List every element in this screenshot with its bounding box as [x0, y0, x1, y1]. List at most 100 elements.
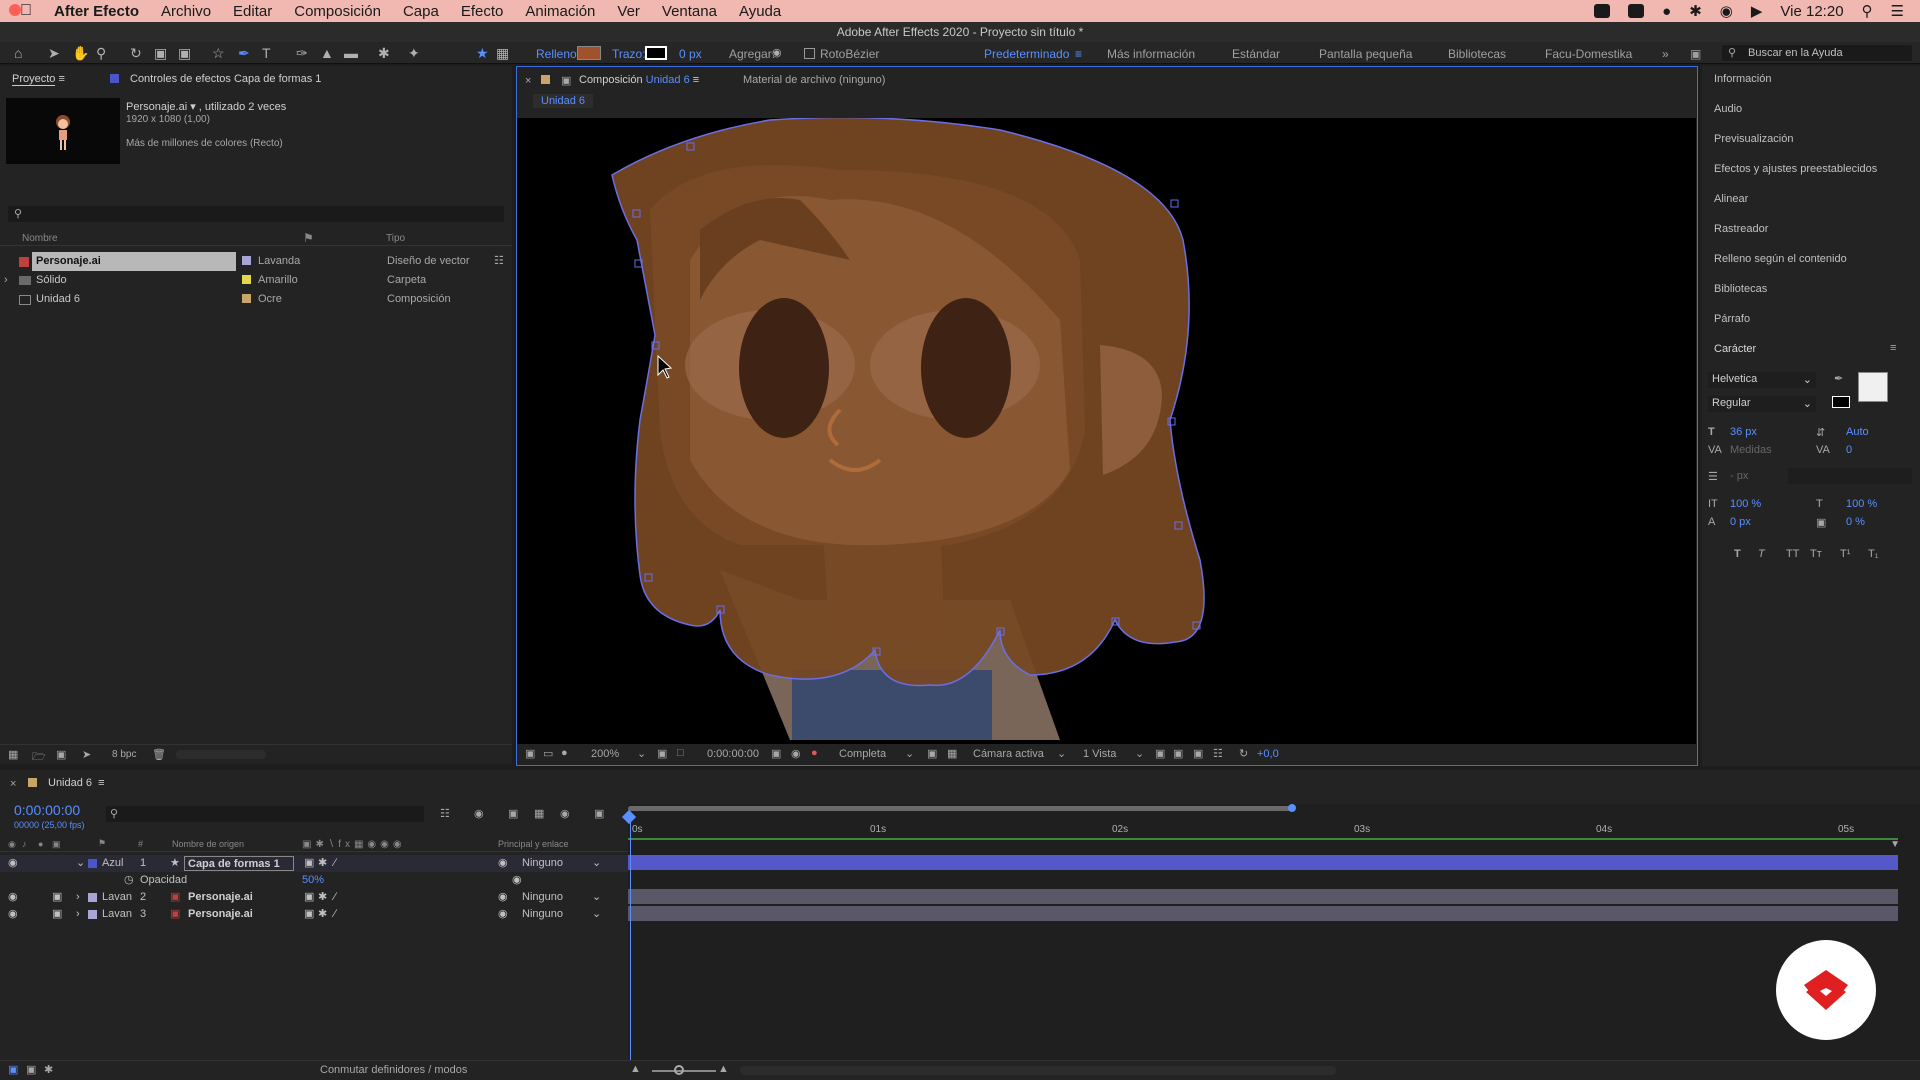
wifi-icon[interactable]: ◉	[1720, 2, 1733, 20]
shy-switch-icon[interactable]: ▣	[304, 906, 314, 923]
zoom-slider-thumb[interactable]	[674, 1065, 684, 1075]
eye-icon[interactable]: ◉	[8, 889, 18, 906]
close-tab-icon[interactable]: ×	[525, 75, 531, 87]
menu-composicion[interactable]: Composición	[294, 3, 381, 20]
panel-toggle-icon[interactable]: ▣	[1690, 47, 1701, 61]
motion-blur-icon[interactable]: ◉	[560, 807, 570, 820]
brush-tool-icon[interactable]: ✑	[296, 45, 308, 62]
layer-bar-3[interactable]	[628, 906, 1898, 921]
font-style-select[interactable]: Regular ⌄	[1708, 396, 1816, 412]
font-size-value[interactable]: 36 px	[1730, 426, 1757, 438]
tab-timeline[interactable]: Unidad 6 ≡	[48, 777, 105, 789]
close-tab-icon[interactable]: ×	[10, 778, 16, 790]
collapse-switch-icon[interactable]: ✱	[318, 889, 327, 906]
bluetooth-icon[interactable]: ✱	[1689, 2, 1702, 20]
toggle-pixel-icon[interactable]: ▣	[1155, 747, 1165, 760]
comp-marker-icon[interactable]: ▼	[1890, 839, 1900, 850]
vertical-scale-value[interactable]: 100 %	[1730, 498, 1761, 510]
fill-swatch[interactable]	[577, 46, 601, 60]
work-area-bar[interactable]	[628, 804, 1898, 812]
zoom-tool-icon[interactable]: ⚲	[96, 45, 106, 62]
chevron-down-icon[interactable]: ⌄	[592, 889, 601, 906]
add-circle-icon[interactable]: ◉	[772, 46, 782, 59]
new-folder-icon[interactable]: 🗁	[32, 748, 46, 767]
hand-tool-icon[interactable]: ✋	[72, 45, 89, 62]
label-col-icon[interactable]: ⚑	[98, 838, 106, 849]
leading-value[interactable]: Auto	[1846, 426, 1869, 438]
stroke-width-value[interactable]: - px	[1730, 470, 1748, 482]
menu-ventana[interactable]: Ventana	[662, 3, 717, 20]
layer-bar-2[interactable]	[628, 889, 1898, 904]
trash-icon[interactable]: 🗑	[152, 748, 166, 761]
cc-icon[interactable]: ●	[1662, 3, 1671, 20]
opacity-value[interactable]: 50%	[302, 872, 324, 889]
chevron-down-icon[interactable]: ⌄	[905, 747, 914, 760]
mask-icon[interactable]: ●	[561, 747, 568, 759]
workspace-estandar[interactable]: Estándar	[1232, 47, 1280, 61]
font-family-select[interactable]: Helvetica ⌄	[1708, 372, 1816, 388]
parent-select[interactable]: Ninguno	[522, 855, 563, 872]
tab-effects-controls[interactable]: Controles de efectos Capa de formas 1	[130, 73, 321, 85]
help-search-input[interactable]: Buscar en la Ayuda	[1748, 47, 1843, 59]
pen-tool-icon[interactable]: ✒	[238, 45, 250, 62]
col-source-name[interactable]: Nombre de origen	[172, 839, 244, 849]
transparency-grid-icon[interactable]: □	[677, 747, 684, 759]
zoom-in-icon[interactable]: ▲	[718, 1063, 729, 1075]
collapse-switch-icon[interactable]: ✱	[318, 906, 327, 923]
selection-tool-icon[interactable]: ➤	[48, 45, 60, 62]
stroke-style-select[interactable]	[1788, 468, 1912, 484]
menu-capa[interactable]: Capa	[403, 3, 439, 20]
resolution-select[interactable]: Completa	[839, 748, 886, 760]
layer-name[interactable]: Personaje.ai	[188, 889, 253, 906]
col-type[interactable]: Tipo	[386, 233, 405, 244]
composition-viewer[interactable]	[517, 118, 1696, 744]
menu-editar[interactable]: Editar	[233, 3, 272, 20]
roto-tool-icon[interactable]: ✱	[378, 45, 390, 62]
subscript-icon[interactable]: T₁	[1868, 548, 1878, 560]
close-window-icon[interactable]	[9, 4, 21, 16]
interpret-footage-icon[interactable]: ▦	[8, 748, 18, 761]
project-row[interactable]: Unidad 6 Ocre Composición	[0, 290, 512, 309]
workspace-bibliotecas[interactable]: Bibliotecas	[1448, 47, 1506, 61]
in-out-icon[interactable]: ✱	[44, 1063, 53, 1076]
camera-tool-icon[interactable]: ▣	[154, 45, 167, 62]
parent-select[interactable]: Ninguno	[522, 906, 563, 923]
composition-mini-flowchart-icon[interactable]: ☷	[440, 807, 450, 820]
transfer-controls-icon[interactable]: ▣	[26, 1063, 36, 1076]
lock-icon[interactable]: ▣	[561, 74, 571, 87]
timeline-timecode[interactable]: 0:00:00:00	[14, 802, 80, 818]
chevron-down-icon[interactable]: ⌄	[592, 855, 601, 872]
zoom-slider[interactable]	[652, 1070, 716, 1072]
reset-exposure-icon[interactable]: ↻	[1239, 747, 1248, 760]
project-row[interactable]: Personaje.ai Lavanda Diseño de vector ☷	[0, 252, 512, 271]
eraser-tool-icon[interactable]: ▬	[344, 45, 358, 61]
stamp-tool-icon[interactable]: ▲	[320, 45, 334, 61]
graph-editor-icon[interactable]: ▣	[594, 807, 604, 820]
color-channels-icon[interactable]: ●	[811, 747, 818, 759]
quality-switch-icon[interactable]: ∕	[334, 906, 336, 923]
more-workspaces-icon[interactable]: »	[1662, 47, 1669, 61]
timeline-graph-area[interactable]: 0s 01s 02s 03s 04s 05s ▼	[621, 804, 1920, 1070]
anchor-tool-icon[interactable]: ▣	[178, 45, 191, 62]
quality-switch-icon[interactable]: ∕	[334, 855, 336, 872]
fast-preview-icon[interactable]: ▣	[1173, 747, 1183, 760]
flowchart-icon[interactable]: ☷	[494, 252, 504, 271]
pickwhip-icon[interactable]: ◉	[512, 872, 522, 889]
stroke-color-swatch[interactable]	[1832, 396, 1850, 408]
puppet-tool-icon[interactable]: ✦	[408, 45, 420, 62]
project-search-input[interactable]: ⚲	[8, 206, 504, 222]
label-col-icon[interactable]: ⚑	[303, 231, 314, 245]
snapshot-icon[interactable]: ▣	[771, 747, 781, 760]
layer-name[interactable]: Personaje.ai	[188, 906, 253, 923]
tsume-value[interactable]: 0 %	[1846, 516, 1865, 528]
panel-menu-icon[interactable]: ≡	[58, 73, 64, 85]
fill-color-swatch[interactable]	[1858, 372, 1888, 402]
zoom-select[interactable]: 200%	[591, 748, 619, 760]
shy-switch-icon[interactable]: ▣	[304, 889, 314, 906]
shy-switch-icon[interactable]: ▣	[304, 855, 314, 872]
parent-select[interactable]: Ninguno	[522, 889, 563, 906]
lock-icon[interactable]: ▣	[52, 889, 62, 906]
solo-switch-icon[interactable]: ●	[38, 839, 43, 849]
eyedropper-icon[interactable]: ✒	[1834, 372, 1843, 385]
app-menu[interactable]: After Efecto	[54, 3, 139, 20]
